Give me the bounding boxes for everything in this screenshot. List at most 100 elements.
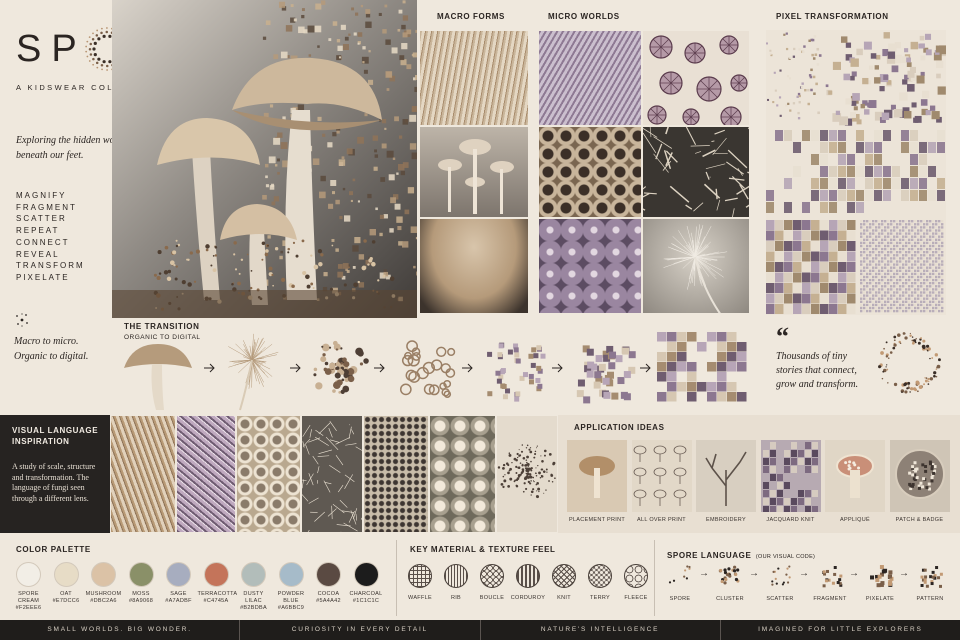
material-texture-icon — [480, 564, 504, 588]
palette-swatch: POWDER BLUE #A6BBC9 — [273, 562, 310, 612]
section-micro-worlds: MICRO WORLDS — [548, 12, 620, 21]
swatch-hex: #1C1C1C — [352, 598, 380, 605]
palette-swatch: SAGE #A7ADBF — [160, 562, 197, 605]
application-image — [696, 440, 756, 512]
palette-swatch: MUSHROOM #DBC2A6 — [85, 562, 122, 605]
spore-step-label: PIXELATE — [865, 596, 895, 602]
footer-bar: SMALL WORLDS. BIG WONDER. CURIOSITY IN E… — [0, 620, 960, 640]
application-card[interactable]: PATCH & BADGE — [889, 440, 950, 530]
swatch-name: POWDER BLUE — [277, 591, 305, 605]
spore-scatter-icon — [16, 313, 28, 327]
material-swatch: KNIT — [546, 564, 582, 602]
swatch-color — [128, 562, 154, 587]
micro-dandelion-photo — [642, 218, 750, 314]
swatch-color — [53, 562, 79, 587]
spore-step-icon — [870, 565, 894, 588]
arrow-right-icon: → — [699, 568, 709, 579]
spore-language-note: (OUR VISUAL CODE) — [755, 554, 816, 560]
micro-lilac-cells-photo — [538, 218, 642, 314]
spore-step-label: SPORE — [669, 596, 691, 602]
spore-step-icon — [668, 565, 691, 584]
spore-step-label: PATTERN — [916, 596, 944, 602]
material-texture-icon — [516, 564, 540, 588]
application-image — [825, 440, 885, 512]
brand-closing: Macro to micro. Organic to digital. — [14, 336, 89, 362]
application-label: ALL OVER PRINT — [637, 517, 686, 523]
verb: FRAGMENT — [16, 202, 77, 212]
application-card[interactable]: PLACEMENT PRINT — [567, 440, 627, 530]
section-materials: KEY MATERIAL & TEXTURE FEEL — [410, 545, 556, 554]
swatch-color — [203, 562, 229, 587]
section-visual-language: VISUAL LANGUAGE INSPIRATION — [12, 426, 99, 446]
verb: SCATTER — [16, 214, 67, 224]
application-card[interactable]: APPLIQUÉ — [825, 440, 885, 530]
swatch-hex: #A6BBC9 — [277, 605, 305, 612]
verb: PIXELATE — [16, 272, 70, 282]
footer-item: CURIOSITY IN EVERY DETAIL — [240, 620, 481, 640]
material-name: FLEECE — [624, 595, 648, 601]
swatch-hex: #F2EEE6 — [15, 605, 42, 612]
application-card[interactable]: EMBROIDERY — [696, 440, 756, 530]
material-name: RIB — [450, 595, 462, 601]
spore-step-icon — [920, 566, 943, 588]
swatch-hex: #5A4A42 — [316, 598, 341, 605]
divider — [396, 540, 397, 616]
macro-gills-photo — [419, 30, 529, 126]
material-texture-icon — [624, 564, 648, 588]
macro-cap-texture-photo — [419, 218, 529, 314]
material-texture-icon — [408, 564, 432, 588]
arrow-right-icon: → — [799, 568, 809, 579]
spore-step: PATTERN — [910, 562, 950, 603]
material-name: CORDUROY — [510, 595, 546, 601]
spore-step-icon — [771, 565, 791, 586]
swatch-color — [316, 562, 341, 587]
swatch-color — [353, 562, 379, 587]
transition-sequence — [124, 332, 747, 411]
swatch-name: OAT — [60, 591, 72, 597]
swatch-color — [16, 562, 41, 587]
application-card[interactable]: JACQUARD KNIT — [760, 440, 821, 530]
material-swatch: BOUCLE — [474, 564, 510, 602]
application-card[interactable]: ALL OVER PRINT — [631, 440, 692, 530]
spore-language-row: SPORE → CLUSTER → SCATTER → FRAGMENT → PIXELATE →… — [660, 562, 954, 608]
micro-mycelium-photo — [642, 126, 750, 218]
palette-swatch: TERRACOTTA #C4745A — [197, 562, 238, 605]
swatch-name: DUSTY LILAC — [243, 591, 264, 605]
swatch-hex: #E7DCC6 — [52, 598, 80, 605]
swatch-color — [278, 562, 304, 587]
quote-text: Thousands of tiny stories that connect, … — [776, 351, 859, 390]
footer-item: SMALL WORLDS. BIG WONDER. — [0, 620, 241, 640]
spore-step-label: FRAGMENT — [813, 596, 847, 602]
swatch-color — [166, 562, 191, 587]
texture-lilac-waves-photo — [176, 415, 236, 533]
application-cards: PLACEMENT PRINT ALL OVER PRINT EMBROIDERY J… — [567, 440, 952, 530]
texture-speckle-photo — [363, 415, 429, 533]
palette-swatch: DUSTY LILAC #B2BDBA — [235, 562, 272, 612]
swatch-name: MOSS — [132, 591, 150, 597]
palette-swatch: COCOA #5A4A42 — [310, 562, 347, 605]
spore-step-label: SCATTER — [766, 596, 794, 602]
palette-row: SPORE CREAM #F2EEE6 OAT #E7DCC6 MUSHROOM #DBC… — [10, 562, 382, 618]
swatch-hex: #A7ADBF — [165, 598, 192, 605]
material-name: KNIT — [557, 595, 571, 601]
application-label: EMBROIDERY — [706, 517, 746, 523]
material-swatch: TERRY — [582, 564, 618, 602]
swatch-name: MUSHROOM — [85, 591, 122, 597]
footer-item: NATURE'S INTELLIGENCE — [481, 620, 721, 640]
spore-ring-icon — [878, 332, 941, 394]
section-macro-forms: MACRO FORMS — [437, 12, 505, 21]
verb: CONNECT — [16, 237, 70, 247]
swatch-hex: #DBC2A6 — [90, 598, 117, 605]
palette-swatch: MOSS #8A9068 — [123, 562, 160, 605]
micro-cells-photo — [538, 126, 642, 218]
section-spore-language: SPORE LANGUAGE (OUR VISUAL CODE) — [667, 545, 815, 563]
swatch-hex: #8A9068 — [128, 598, 154, 605]
spore-step-icon — [718, 565, 740, 585]
swatch-name: TERRACOTTA — [197, 591, 238, 597]
swatch-name: CHARCOAL — [349, 591, 383, 597]
material-swatch: FLEECE — [618, 564, 654, 602]
texture-lichen-photo — [429, 415, 496, 533]
application-image — [889, 440, 950, 512]
spore-step-label: CLUSTER — [716, 596, 744, 602]
visual-language-body: A study of scale, structure and transfor… — [12, 462, 96, 503]
